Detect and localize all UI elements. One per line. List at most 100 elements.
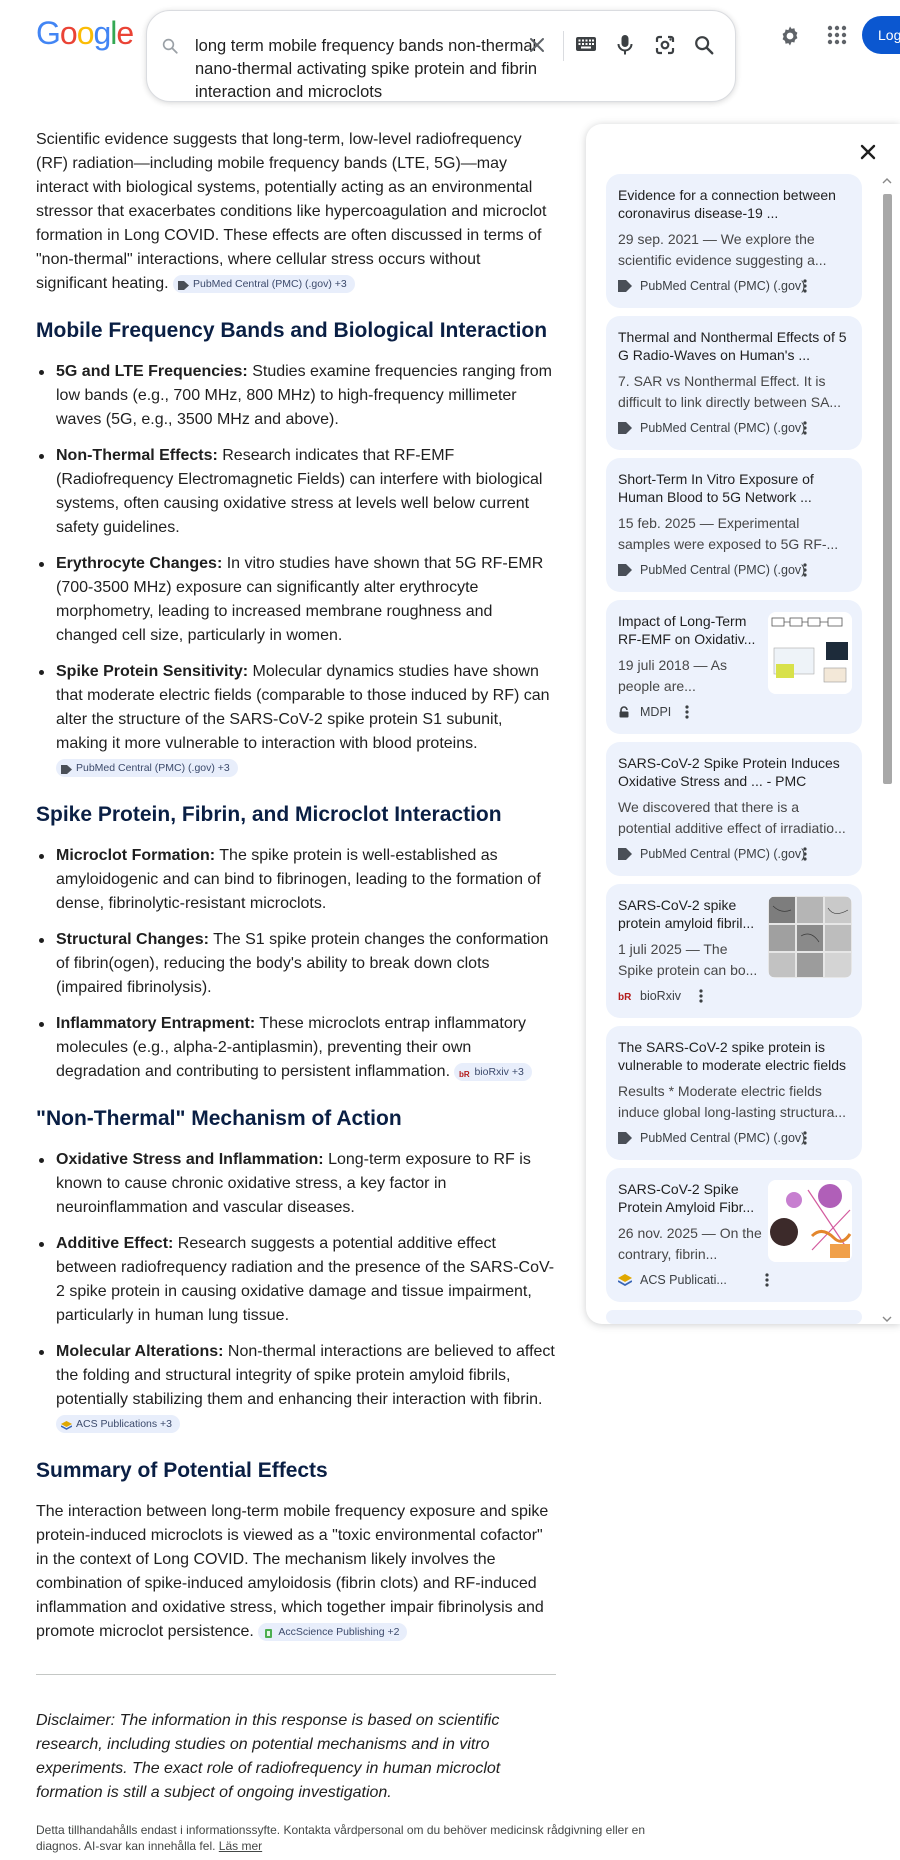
source-card[interactable]: The SARS-CoV-2 spike protein is vulnerab… [606,1026,862,1160]
section-heading: Mobile Frequency Bands and Biological In… [36,319,548,342]
source-card-site: MDPI [618,705,671,719]
source-card-title: SARS-CoV-2 Spike Protein Induces Oxidati… [618,755,840,789]
list-item-term: Microclot Formation: [56,847,216,864]
list-item: Molecular Alterations: Non-thermal inter… [36,1340,556,1436]
source-card-site-name: PubMed Central (PMC) (.gov) [640,563,806,577]
mic-icon[interactable] [615,33,635,62]
more-options-icon[interactable] [802,846,808,867]
source-chip[interactable]: PubMed Central (PMC) (.gov) +3 [56,758,238,777]
bullet-list: 5G and LTE Frequencies: Studies examine … [36,360,556,780]
section-heading: Spike Protein, Fibrin, and Microclot Int… [36,803,502,826]
source-card-snippet: 29 sep. 2021 — We explore the scientific… [618,231,827,268]
ai-overview: Scientific evidence suggests that long-t… [36,128,556,1805]
source-chip[interactable]: PubMed Central (PMC) (.gov) +3 [172,274,355,293]
source-chip-label: bioRxiv +3 [474,1065,524,1078]
summary-text: The interaction between long-term mobile… [36,1503,549,1640]
source-chip-label: ACS Publications +3 [76,1417,173,1430]
source-card-site: ACS Publicati... [617,1273,727,1287]
footnote: Detta tillhandahålls endast i informatio… [36,1822,676,1854]
login-button[interactable]: Log in [862,16,900,54]
disclaimer: Disclaimer: The information in this resp… [36,1712,501,1801]
source-card-snippet: 26 nov. 2025 — On the contrary, fibrin..… [618,1225,762,1262]
learn-more-link[interactable]: Läs mer [219,1839,262,1853]
more-options-icon[interactable] [802,562,808,583]
source-card-site-name: bioRxiv [640,989,681,1003]
more-options-icon[interactable] [802,278,808,299]
keyboard-icon[interactable] [575,35,597,58]
gear-icon[interactable] [778,24,802,53]
list-item: Non-Thermal Effects: Research indicates … [36,444,556,540]
source-card[interactable]: Impact of Long-Term RF-EMF on Oxidativ..… [606,600,862,734]
lens-icon[interactable] [653,33,677,62]
list-item: Additive Effect: Research suggests a pot… [36,1232,556,1328]
scroll-up-icon[interactable] [882,172,892,190]
more-options-icon[interactable] [764,1272,770,1293]
bullet-list: Microclot Formation: The spike protein i… [36,844,556,1084]
source-card[interactable] [606,1310,862,1324]
search-submit-icon[interactable] [693,34,715,61]
more-options-icon[interactable] [698,988,704,1009]
source-card-site-name: PubMed Central (PMC) (.gov) [640,1131,806,1145]
more-options-icon[interactable] [802,1130,808,1151]
section-heading: Summary of Potential Effects [36,1459,328,1482]
source-card-site-name: PubMed Central (PMC) (.gov) [640,847,806,861]
pmc-icon [618,422,632,434]
list-item-term: Spike Protein Sensitivity: [56,663,249,680]
list-item: Inflammatory Entrapment: These microclot… [36,1012,556,1084]
source-card-site-name: PubMed Central (PMC) (.gov) [640,279,806,293]
source-card-snippet: We discovered that there is a potential … [618,799,846,836]
sources-panel: Evidence for a connection between corona… [586,124,900,1324]
source-card[interactable]: SARS-CoV-2 Spike Protein Amyloid Fibr...… [606,1168,862,1302]
source-card-snippet: 1 juli 2025 — The Spike protein can bo..… [618,941,758,978]
google-logo[interactable]: Google [36,15,134,51]
source-card-title: Thermal and Nonthermal Effects of 5 G Ra… [618,329,847,363]
acs-icon [617,1274,633,1287]
source-card-title: The SARS-CoV-2 spike protein is vulnerab… [618,1039,847,1073]
list-item: Spike Protein Sensitivity: Molecular dyn… [36,660,556,780]
close-icon[interactable] [856,140,880,169]
intro-text: Scientific evidence suggests that long-t… [36,131,547,292]
source-chip[interactable]: ACS Publications +3 [56,1414,181,1433]
summary-paragraph: The interaction between long-term mobile… [36,1500,556,1644]
source-card[interactable]: SARS-CoV-2 spike protein amyloid fibril.… [606,884,862,1018]
pmc-icon [61,763,72,775]
logo-letter: G [36,15,61,51]
source-card[interactable]: Short-Term In Vitro Exposure of Human Bl… [606,458,862,592]
source-card[interactable]: Thermal and Nonthermal Effects of 5 G Ra… [606,316,862,450]
source-card-title: SARS-CoV-2 spike protein amyloid fibril.… [618,897,755,931]
source-card-title: Evidence for a connection between corona… [618,187,836,221]
source-card[interactable]: Evidence for a connection between corona… [606,174,862,308]
more-options-icon[interactable] [684,704,690,725]
scroll-down-icon[interactable] [882,1310,892,1328]
list-item: Oxidative Stress and Inflammation: Long-… [36,1148,556,1220]
search-box[interactable]: long term mobile frequency bands non-the… [146,10,736,102]
list-item-term: Non-Thermal Effects: [56,447,218,464]
source-card-snippet: Results * Moderate electric fields induc… [618,1083,847,1120]
apps-icon[interactable] [826,24,848,51]
search-divider [563,31,564,61]
source-chip-label: PubMed Central (PMC) (.gov) +3 [76,761,230,774]
source-card-site: PubMed Central (PMC) (.gov) [618,847,805,861]
source-card[interactable]: SARS-CoV-2 Spike Protein Induces Oxidati… [606,742,862,876]
source-chip[interactable]: AccScience Publishing +2 [258,1622,408,1641]
search-input[interactable]: long term mobile frequency bands non-the… [195,35,545,104]
scrollbar-thumb[interactable] [883,194,892,784]
more-options-icon[interactable] [802,420,808,441]
pmc-icon [177,279,189,291]
biorxiv-icon: bR [618,990,632,1003]
intro-paragraph: Scientific evidence suggests that long-t… [36,128,556,296]
panel-scrollbar[interactable] [880,172,894,1322]
logo-letter: g [93,15,111,51]
list-item-term: 5G and LTE Frequencies: [56,363,248,380]
close-icon[interactable] [525,33,549,62]
pmc-icon [618,848,632,860]
search-icon [161,37,179,60]
source-card-site: PubMed Central (PMC) (.gov) [618,1131,805,1145]
source-chip-label: PubMed Central (PMC) (.gov) +3 [192,277,347,290]
accscience-icon [263,1627,274,1639]
logo-letter: e [116,15,134,51]
source-chip[interactable]: bR bioRxiv +3 [454,1062,532,1081]
list-item-term: Structural Changes: [56,931,209,948]
logo-letter: o [59,15,78,51]
source-chip-label: AccScience Publishing +2 [278,1625,400,1638]
